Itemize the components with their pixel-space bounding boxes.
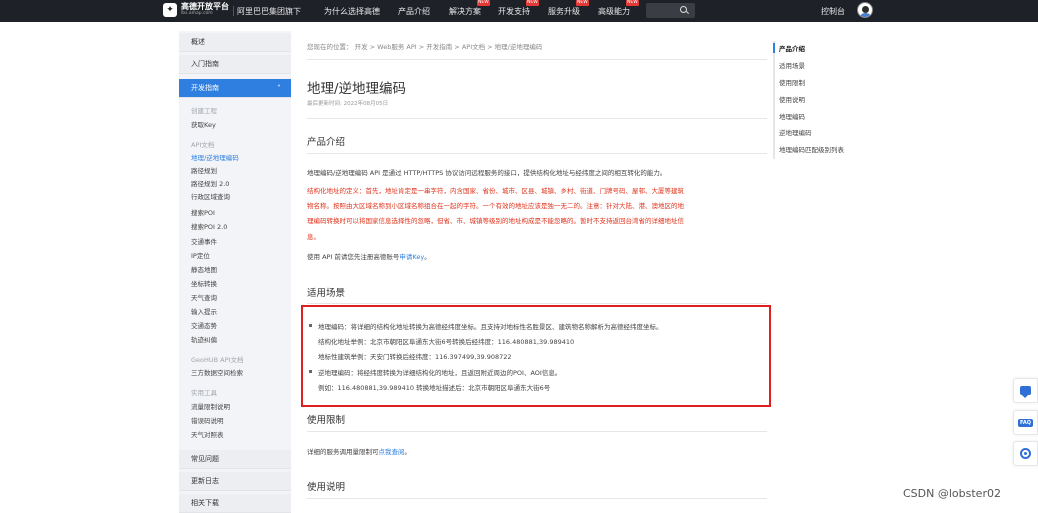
- section-title-usage: 使用说明: [307, 482, 346, 493]
- sidebar-item-download[interactable]: 相关下载: [179, 494, 291, 513]
- feedback-button[interactable]: [1013, 441, 1038, 466]
- sidebar-group-tools: 实用工具: [191, 389, 217, 397]
- faq-button[interactable]: FAQ: [1013, 410, 1038, 435]
- intro-text: 地理编码/逆地理编码 API 是通过 HTTP/HTTPS 协议访问远程服务的接…: [307, 169, 667, 177]
- sidebar-item-traffic-event[interactable]: 交通事件: [191, 236, 217, 246]
- scenario-regeocode: 逆地理编码：将经纬度转换为详细结构化的地址，且返回附近周边的POI、AOI信息。: [309, 367, 561, 377]
- toc-item-usage[interactable]: 使用说明: [779, 94, 805, 104]
- alibaba-tagline: 阿里巴巴集团旗下: [237, 7, 301, 16]
- sidebar-item-poi[interactable]: 搜索POI: [191, 207, 215, 217]
- divider: [307, 431, 767, 432]
- sidebar-item-district[interactable]: 行政区域查询: [191, 191, 230, 201]
- sidebar-item-dev-guide[interactable]: 开发指南 ˄: [179, 79, 291, 98]
- divider: [307, 498, 767, 499]
- divider: [307, 118, 767, 119]
- scenario-geocode-example-1: 结构化地址举例：北京市朝阳区阜通东大街6号转换后经纬度：116.480881,3…: [318, 338, 575, 346]
- divider: [307, 59, 767, 60]
- address-definition-line-3: 理编码转换时可以将国家信息选择性的忽略，但省、市、城镇等级别的地址构成是不能忽略…: [307, 217, 684, 225]
- target-icon: [1020, 448, 1031, 459]
- new-badge: NEW: [576, 0, 589, 6]
- search-input[interactable]: [646, 3, 695, 18]
- punctuation: 。: [404, 448, 412, 456]
- sidebar-item-route[interactable]: 路径规划: [191, 165, 217, 175]
- chat-icon: [1020, 386, 1031, 398]
- avatar[interactable]: [857, 2, 873, 18]
- chevron-up-icon: ˄: [277, 84, 281, 93]
- use-api-note: 使用 API 前请您先注册高德账号申请Key。: [307, 251, 767, 264]
- use-api-text: 使用 API 前请您先注册高德账号: [307, 253, 400, 261]
- last-updated: 最后更新时间: 2022年08月05日: [307, 101, 389, 107]
- sidebar-item-route-2[interactable]: 路径规划 2.0: [191, 178, 229, 188]
- limit-note: 详细的服务调用量限制可点我查阅。: [307, 446, 767, 459]
- faq-icon: FAQ: [1018, 418, 1033, 427]
- sidebar-item-faq[interactable]: 常见问题: [179, 450, 291, 469]
- console-link[interactable]: 控制台: [821, 6, 845, 17]
- nav-dev-support[interactable]: 开发支持 NEW: [498, 0, 539, 17]
- toc-active-indicator: [773, 43, 775, 53]
- limit-link[interactable]: 点我查阅: [379, 448, 405, 456]
- scenario-geocode-example-2: 地标性建筑举例：天安门转换后经纬度：116.397499,39.908722: [318, 353, 512, 361]
- sidebar-item-geocode[interactable]: 地理/逆地理编码: [191, 152, 239, 162]
- new-badge: NEW: [526, 0, 539, 6]
- toc-item-intro[interactable]: 产品介绍: [779, 43, 805, 53]
- sidebar-item-input-tips[interactable]: 输入提示: [191, 306, 217, 316]
- nav-products[interactable]: 产品介绍: [398, 6, 430, 17]
- sidebar-item-get-key[interactable]: 获取Key: [191, 119, 216, 129]
- section-title-limit: 使用限制: [307, 415, 346, 426]
- toc-item-regeocode[interactable]: 逆地理编码: [779, 127, 812, 137]
- sidebar-item-static-map[interactable]: 静态地图: [191, 264, 217, 274]
- sidebar-item-poi-2[interactable]: 搜索POI 2.0: [191, 221, 227, 231]
- nav-advanced[interactable]: 高级能力 NEW: [598, 0, 639, 17]
- sidebar-item-overview[interactable]: 概述: [179, 33, 291, 52]
- toc-item-scenario[interactable]: 适用场景: [779, 60, 805, 70]
- divider: [307, 153, 767, 154]
- divider: [307, 303, 767, 304]
- new-badge: NEW: [626, 0, 639, 6]
- limit-text: 详细的服务调用量限制可: [307, 448, 379, 456]
- sidebar-group-geohub: GeoHUB API文档: [191, 356, 244, 364]
- punctuation: 。: [424, 253, 431, 261]
- sidebar-item-traffic-status[interactable]: 交通态势: [191, 320, 217, 330]
- logo[interactable]: ✦ 高德开放平台 lbs.amap.com: [163, 3, 229, 17]
- address-definition-line-1: 结构化地址的定义：首先，地址肯定是一串字符，内含国家、省份、城市、区县、城镇、乡…: [307, 187, 684, 195]
- divider: [233, 6, 234, 16]
- sidebar-group-api: API文档: [191, 141, 215, 149]
- table-of-contents: 产品介绍 适用场景 使用限制 使用说明 地理编码 逆地理编码 地理编码匹配级别列…: [773, 41, 844, 159]
- section-title-intro: 产品介绍: [307, 137, 346, 148]
- search-icon[interactable]: [680, 6, 687, 13]
- sidebar-item-error-codes[interactable]: 错误码说明: [191, 415, 224, 425]
- sidebar-item-getting-started[interactable]: 入门指南: [179, 55, 291, 74]
- address-definition-line-2: 物名称。按照由大区域名称到小区域名称组合在一起的字符。一个有效的地址应该是独一无…: [307, 202, 684, 210]
- toc-item-geocode[interactable]: 地理编码: [779, 111, 805, 121]
- sidebar-item-ip[interactable]: IP定位: [191, 250, 210, 260]
- section-title-scenario: 适用场景: [307, 288, 346, 299]
- breadcrumb[interactable]: 您现在的位置： 开发 > Web服务 API > 开发指南 > API文档 > …: [307, 41, 542, 51]
- sidebar-item-grasp-road[interactable]: 轨迹纠偏: [191, 334, 217, 344]
- nav-service-upgrade[interactable]: 服务升级 NEW: [548, 0, 589, 17]
- nav-solutions[interactable]: 解决方案 NEW: [449, 0, 490, 17]
- top-navbar: ✦ 高德开放平台 lbs.amap.com 阿里巴巴集团旗下 为什么选择高德 产…: [0, 0, 1038, 22]
- address-definition-line-4: 息。: [307, 233, 320, 241]
- amap-logo-icon: ✦: [163, 3, 177, 17]
- scenario-regeocode-example: 例如：116.480881,39.989410 转换地址描述后：北京市朝阳区阜通…: [318, 384, 551, 392]
- sidebar-item-weather-table[interactable]: 天气对照表: [191, 429, 224, 439]
- sidebar: 概述 入门指南 开发指南 ˄ 创建工程 获取Key API文档 地理/逆地理编码…: [179, 31, 291, 513]
- scenario-geocode: 地理编码：将详细的结构化地址转换为高德经纬度坐标。且支持对地标性名胜景区、建筑物…: [309, 321, 663, 331]
- sidebar-item-flow-limit[interactable]: 流量限制说明: [191, 401, 230, 411]
- new-badge: NEW: [477, 0, 490, 6]
- sidebar-item-weather[interactable]: 天气查询: [191, 292, 217, 302]
- sidebar-item-label: 开发指南: [191, 84, 219, 92]
- toc-item-limit[interactable]: 使用限制: [779, 77, 805, 87]
- toc-item-match-level[interactable]: 地理编码匹配级别列表: [779, 144, 844, 154]
- sidebar-item-geohub[interactable]: 三方数据空间检索: [191, 367, 243, 377]
- apply-key-link[interactable]: 申请Key: [399, 253, 424, 261]
- chat-button[interactable]: [1013, 378, 1038, 403]
- watermark: CSDN @lobster02: [903, 487, 1001, 500]
- sidebar-item-convert[interactable]: 坐标转换: [191, 278, 217, 288]
- sidebar-item-changelog[interactable]: 更新日志: [179, 472, 291, 491]
- nav-why-amap[interactable]: 为什么选择高德: [324, 6, 380, 17]
- page-title: 地理/逆地理编码: [307, 81, 407, 97]
- logo-subtitle: lbs.amap.com: [181, 11, 213, 17]
- sidebar-group-create: 创建工程: [191, 107, 217, 115]
